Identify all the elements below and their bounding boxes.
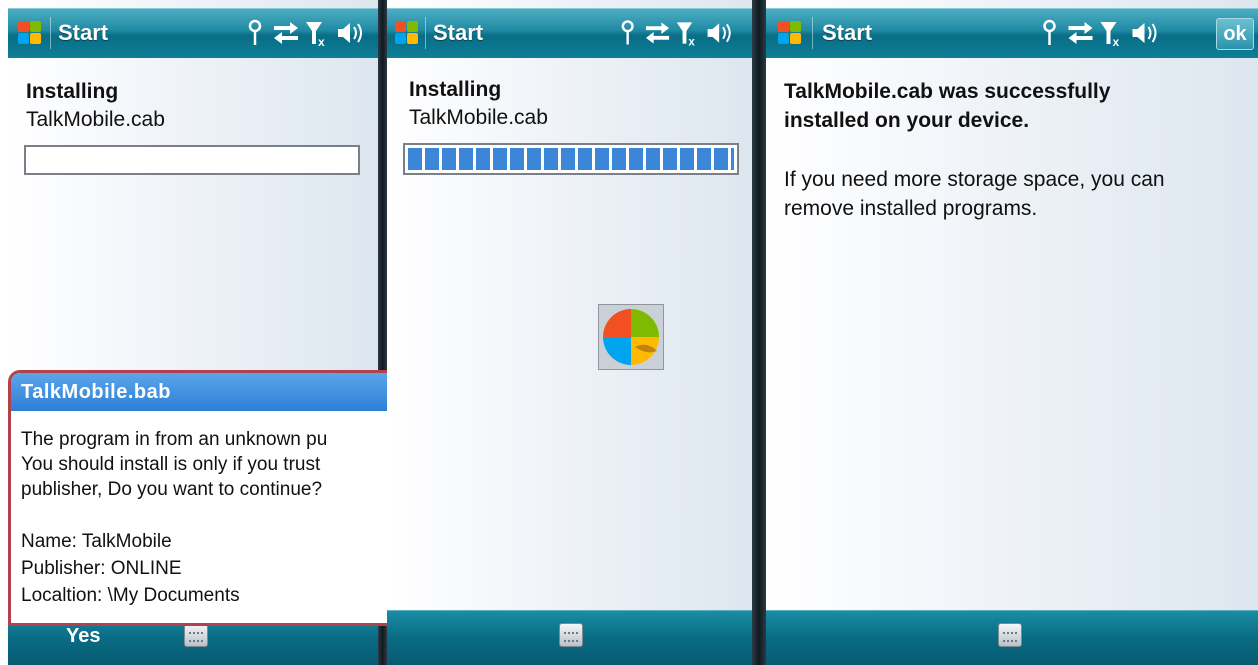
dialog-title: TalkMobile.bab [11,373,391,411]
installing-filename: TalkMobile.cab [26,108,165,131]
title-bar: Start x [387,8,752,58]
soft-key-bar [387,610,752,665]
start-menu[interactable]: Start [822,20,872,46]
title-bar: Start x [8,8,378,58]
installing-heading: Installing [26,80,119,103]
yes-softkey[interactable]: Yes [66,625,100,648]
dialog-name: Name: TalkMobile [21,531,172,552]
dialog-text-line: publisher, Do you want to continue? [21,479,323,500]
dialog-text-line: You should install is only if you trust [21,454,321,475]
screen-installing-progress: Start x Installing TalkMobile.cab [387,0,752,665]
antenna-icon [1043,19,1056,45]
speaker-icon [707,23,731,43]
screen-install-complete: Start x ok TalkMobile.cab was successful… [766,0,1258,665]
antenna-icon [248,19,262,45]
keyboard-icon[interactable] [998,623,1022,647]
start-menu[interactable]: Start [58,20,108,46]
svg-text:x: x [688,37,695,48]
ok-button[interactable]: ok [1216,18,1254,50]
progress-bar [403,143,739,175]
screen-divider [752,0,766,665]
status-tray: x [1038,18,1178,48]
storage-hint-line: If you need more storage space, you can [784,168,1165,191]
signal-off-icon: x [306,22,325,48]
success-title-line: TalkMobile.cab was successfully [784,80,1111,103]
signal-off-icon: x [676,22,695,48]
installing-filename: TalkMobile.cab [409,106,548,129]
svg-text:x: x [1113,35,1120,48]
success-title-line: installed on your device. [784,109,1030,132]
dialog-location: Localtion: \My Documents [21,585,240,606]
status-tray: x [246,18,378,48]
windows-flag-icon[interactable] [18,21,42,45]
signal-off-icon: x [1100,22,1120,48]
sync-arrows-icon [274,22,298,44]
sync-arrows-icon [645,22,670,44]
keyboard-icon[interactable] [559,623,583,647]
installing-heading: Installing [409,78,502,101]
windows-flag-icon[interactable] [395,21,419,45]
start-menu[interactable]: Start [433,20,483,46]
dialog-text-line: The program in from an unknown pu [21,429,328,450]
speaker-icon [1132,23,1157,43]
antenna-icon [621,20,634,45]
progress-bar [24,145,360,175]
storage-hint-line: remove installed programs. [784,197,1038,220]
soft-key-bar [766,610,1258,665]
security-warning-dialog: TalkMobile.bab The program in from an un… [8,370,391,626]
keyboard-icon[interactable] [184,623,208,647]
status-tray: x [619,18,749,48]
dialog-publisher: Publisher: ONLINE [21,558,182,579]
title-bar: Start x ok [766,8,1258,58]
svg-text:x: x [318,35,325,48]
windows-flag-icon[interactable] [778,21,802,45]
sync-arrows-icon [1068,22,1093,44]
speaker-icon [338,23,362,43]
busy-windows-icon [598,304,664,370]
